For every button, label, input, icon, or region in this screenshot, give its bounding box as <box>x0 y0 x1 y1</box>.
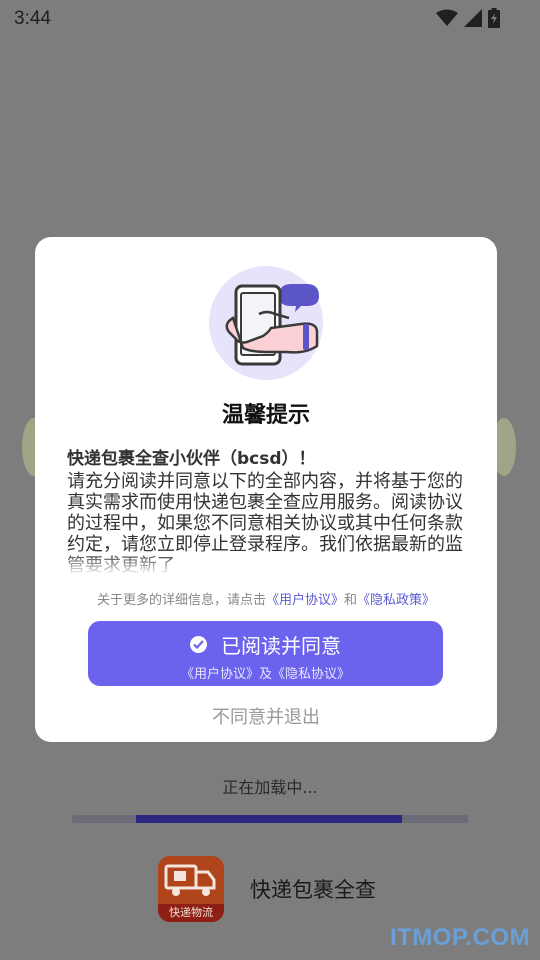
privacy-policy-link[interactable]: 《隐私政策》 <box>357 593 435 608</box>
decline-button[interactable]: 不同意并退出 <box>35 703 497 729</box>
loading-text: 正在加载中... <box>222 778 318 797</box>
privacy-dialog: 温馨提示 快递包裹全查小伙伴（bcsd）！ 请充分阅读并同意以下的全部内容，并将… <box>35 237 497 742</box>
status-icons <box>436 8 500 28</box>
agreement-text-scroll[interactable]: 快递包裹全查小伙伴（bcsd）！ 请充分阅读并同意以下的全部内容，并将基于您的真… <box>67 447 467 575</box>
agree-button[interactable]: 已阅读并同意 《用户协议》及《隐私协议》 <box>88 621 443 686</box>
agree-button-label: 已阅读并同意 <box>221 634 341 658</box>
greeting-text: 快递包裹全查小伙伴（bcsd）！ <box>67 449 316 469</box>
app-brand: 快递物流 快递包裹全查 <box>158 856 376 922</box>
dialog-title: 温馨提示 <box>221 403 310 428</box>
check-circle-icon <box>190 636 207 653</box>
links-line: 关于更多的详细信息，请点击《用户协议》和《隐私政策》 <box>35 589 497 608</box>
agree-button-sublabel: 《用户协议》及《隐私协议》 <box>180 667 350 682</box>
scroll-fade <box>67 553 467 575</box>
battery-icon <box>488 8 500 28</box>
links-prefix: 关于更多的详细信息，请点击 <box>96 593 266 608</box>
links-and: 和 <box>344 593 358 608</box>
signal-icon <box>464 9 482 27</box>
delivery-truck-icon <box>164 864 216 896</box>
progress-fill <box>136 815 402 823</box>
user-agreement-link[interactable]: 《用户协议》 <box>266 593 344 608</box>
hand-phone-illustration-icon <box>209 266 323 380</box>
app-logo-icon: 快递物流 <box>158 856 224 922</box>
status-bar: 3:44 <box>0 0 540 36</box>
wifi-icon <box>436 9 458 26</box>
watermark: ITMOP.COM <box>389 924 530 951</box>
status-time: 3:44 <box>14 8 51 29</box>
app-name: 快递包裹全查 <box>250 878 376 902</box>
app-icon-label: 快递物流 <box>158 904 224 922</box>
